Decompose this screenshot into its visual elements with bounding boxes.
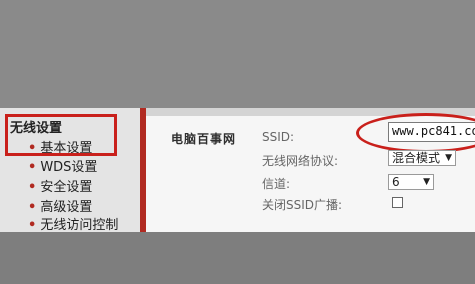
ssid-label: SSID: xyxy=(262,130,295,144)
chevron-down-icon: ▼ xyxy=(423,177,430,187)
chevron-down-icon: ▼ xyxy=(445,153,452,163)
channel-label: 信道: xyxy=(262,177,291,191)
watermark-brand: 电脑百事网 xyxy=(171,132,237,146)
sidebar-item-access-control[interactable]: • 无线访问控制 xyxy=(28,214,118,233)
channel-select[interactable]: 6 ▼ xyxy=(388,174,434,190)
sidebar-item-label: 高级设置 xyxy=(40,200,93,215)
bullet-icon: • xyxy=(28,180,37,195)
sidebar-item-wds[interactable]: • WDS设置 xyxy=(28,156,97,175)
bullet-icon: • xyxy=(28,200,37,215)
sidebar-item-label: 安全设置 xyxy=(40,180,93,195)
sidebar-item-label: WDS设置 xyxy=(40,160,98,175)
hide-ssid-label: 关闭SSID广播: xyxy=(262,198,343,212)
bottom-background xyxy=(0,232,475,284)
channel-value: 6 xyxy=(392,175,400,189)
sidebar-item-advanced[interactable]: • 高级设置 xyxy=(28,196,92,215)
annotation-rectangle xyxy=(5,114,117,156)
sidebar-item-label: 无线访问控制 xyxy=(40,218,119,233)
sidebar-item-security[interactable]: • 安全设置 xyxy=(28,176,92,195)
top-background xyxy=(0,0,475,108)
protocol-select[interactable]: 混合模式 ▼ xyxy=(388,150,456,166)
protocol-label: 无线网络协议: xyxy=(262,154,339,168)
bullet-icon: • xyxy=(28,160,37,175)
protocol-value: 混合模式 xyxy=(392,151,441,165)
hide-ssid-checkbox[interactable] xyxy=(392,197,403,208)
bullet-icon: • xyxy=(28,218,37,233)
